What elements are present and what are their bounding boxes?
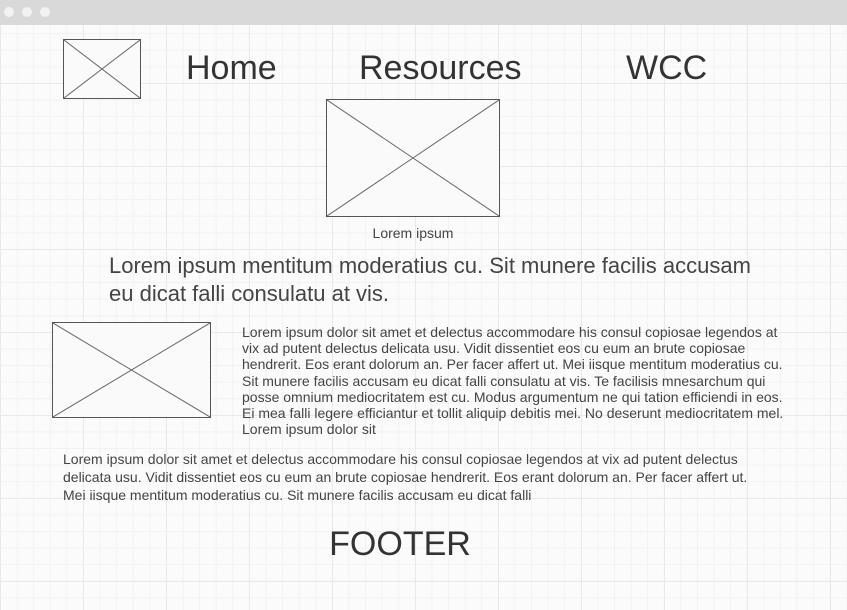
image-placeholder-icon [64,40,140,98]
image-placeholder-icon [53,323,210,417]
nav-item-resources[interactable]: Resources [359,48,522,88]
window-dot-icon[interactable] [22,7,32,17]
window-titlebar [0,0,847,25]
window-dot-icon[interactable] [40,7,50,17]
footer-label: FOOTER [329,525,471,563]
hero-placeholder-image [326,99,500,217]
nav-item-home[interactable]: Home [186,48,277,88]
hero-caption: Lorem ipsum [372,225,454,241]
window-dot-icon[interactable] [4,7,14,17]
logo-placeholder-image[interactable] [63,39,141,99]
lead-paragraph: Lorem ipsum mentitum moderatius cu. Sit … [109,253,751,306]
content-placeholder-image [52,322,211,418]
image-placeholder-icon [327,100,499,216]
body-paragraph-1: Lorem ipsum dolor sit amet et delectus a… [242,324,784,438]
body-paragraph-2: Lorem ipsum dolor sit amet et delectus a… [63,451,748,503]
nav-item-wcc[interactable]: WCC [626,48,707,88]
